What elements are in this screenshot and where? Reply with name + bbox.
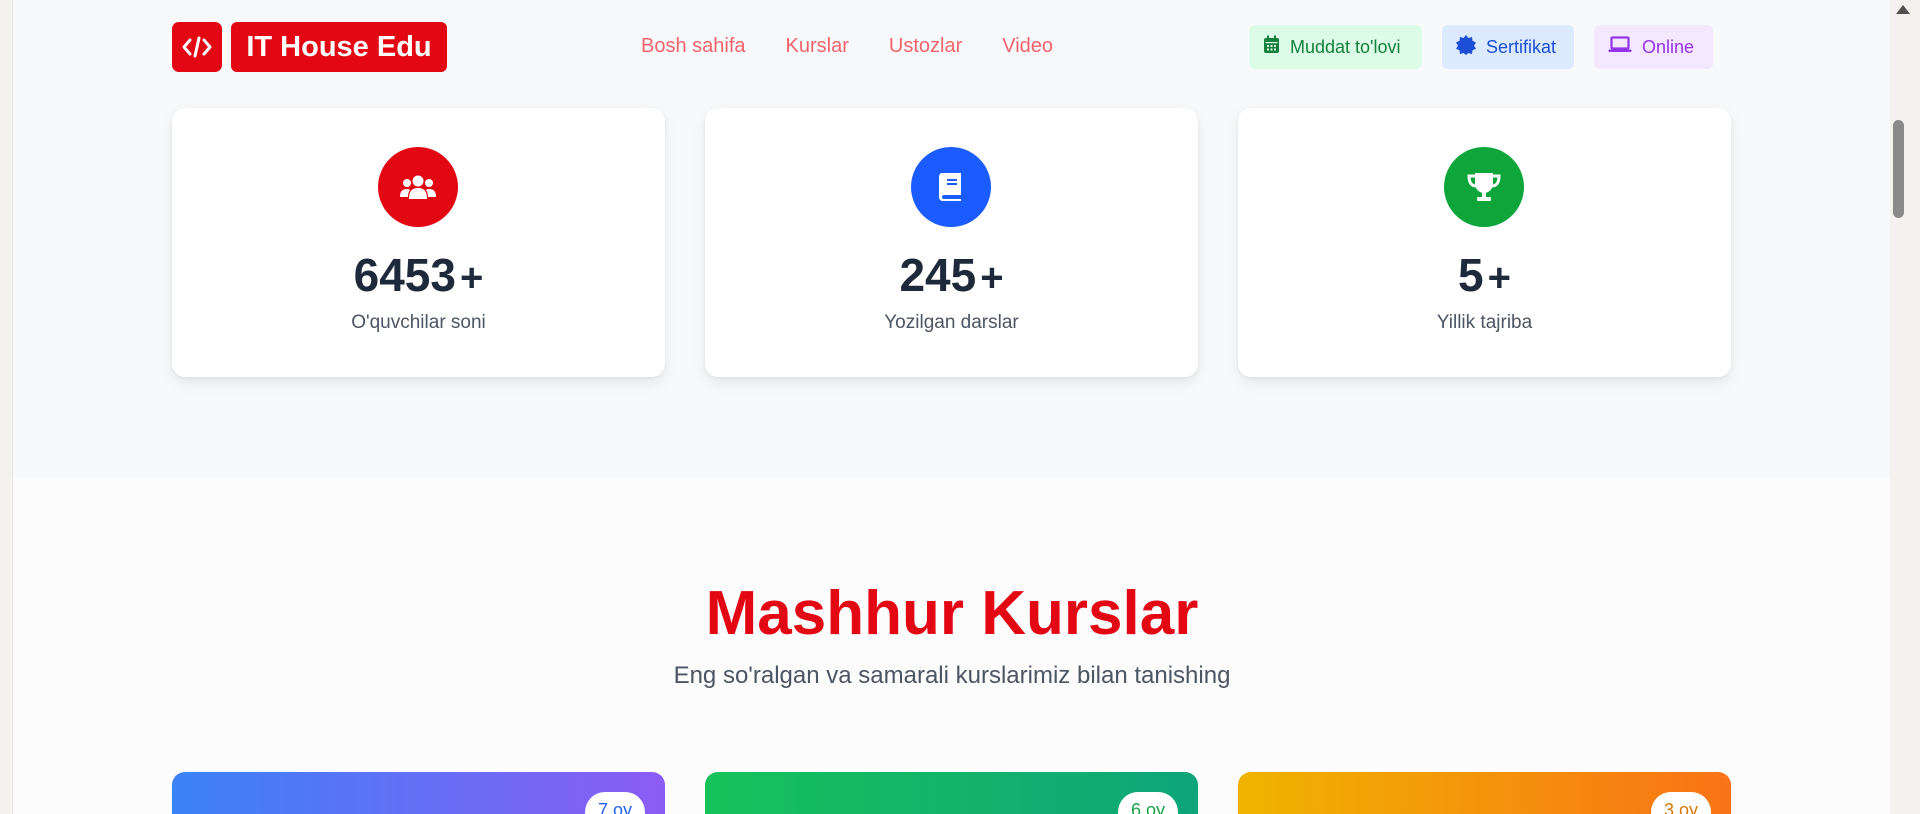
course-card[interactable]: 3 oy [1238,772,1731,814]
stat-card-students: 6453 + O'quvchilar soni [172,108,665,377]
duration-badge: 3 oy [1650,792,1711,814]
stat-card-experience: 5 + Yillik tajriba [1238,108,1731,377]
course-card[interactable]: 6 oy [705,772,1198,814]
scroll-up-arrow-icon[interactable] [1896,5,1910,14]
nav-links: Bosh sahifa Kurslar Ustozlar Video [641,35,1053,58]
page-viewport: IT House Edu Bosh sahifa Kurslar Ustozla… [12,0,1891,814]
logo-text[interactable]: IT House Edu [231,22,447,72]
users-icon [378,147,458,227]
stat-value-students: 6453 + [172,248,665,302]
duration-badge: 7 oy [584,792,645,814]
stat-suffix: + [459,256,484,300]
stat-value-lessons: 245 + [705,248,1198,302]
stat-card-lessons: 245 + Yozilgan darslar [705,108,1198,377]
section-title: Mashhur Kurslar [705,579,1199,648]
nav-link-courses[interactable]: Kurslar [786,35,849,58]
code-icon[interactable] [172,22,222,72]
section-subtitle: Eng so'ralgan va samarali kurslarimiz bi… [673,662,1231,689]
stat-number: 5 [1458,249,1484,301]
stat-value-experience: 5 + [1238,248,1731,302]
stat-number: 245 [899,249,977,301]
calendar-icon [1263,35,1280,59]
nav-link-video[interactable]: Video [1002,35,1053,58]
stat-number: 6453 [353,249,456,301]
stat-label-experience: Yillik tajriba [1436,312,1533,333]
certificate-badge-label: Sertifikat [1486,36,1557,57]
trophy-icon [1444,147,1524,227]
certificate-icon [1456,34,1476,60]
payment-badge-label: Muddat to'lovi [1290,36,1401,57]
laptop-icon [1608,36,1632,58]
online-badge[interactable]: Online [1594,25,1713,69]
duration-badge: 6 oy [1117,792,1178,814]
stat-suffix: + [980,256,1004,300]
stat-label-students: O'quvchilar soni [351,312,486,333]
stat-label-lessons: Yozilgan darslar [884,312,1019,333]
nav-link-home[interactable]: Bosh sahifa [641,35,746,58]
payment-badge[interactable]: Muddat to'lovi [1249,25,1422,69]
course-card[interactable]: 7 oy [172,772,665,814]
stat-suffix: + [1487,256,1511,300]
scrollbar-thumb[interactable] [1893,120,1904,218]
book-icon [911,147,991,227]
nav-link-teachers[interactable]: Ustozlar [889,35,962,58]
online-badge-label: Online [1642,36,1695,57]
navbar: IT House Edu Bosh sahifa Kurslar Ustozla… [13,0,1891,95]
certificate-badge[interactable]: Sertifikat [1442,25,1574,69]
popular-courses-section: Mashhur Kurslar Eng so'ralgan va samaral… [13,478,1891,814]
